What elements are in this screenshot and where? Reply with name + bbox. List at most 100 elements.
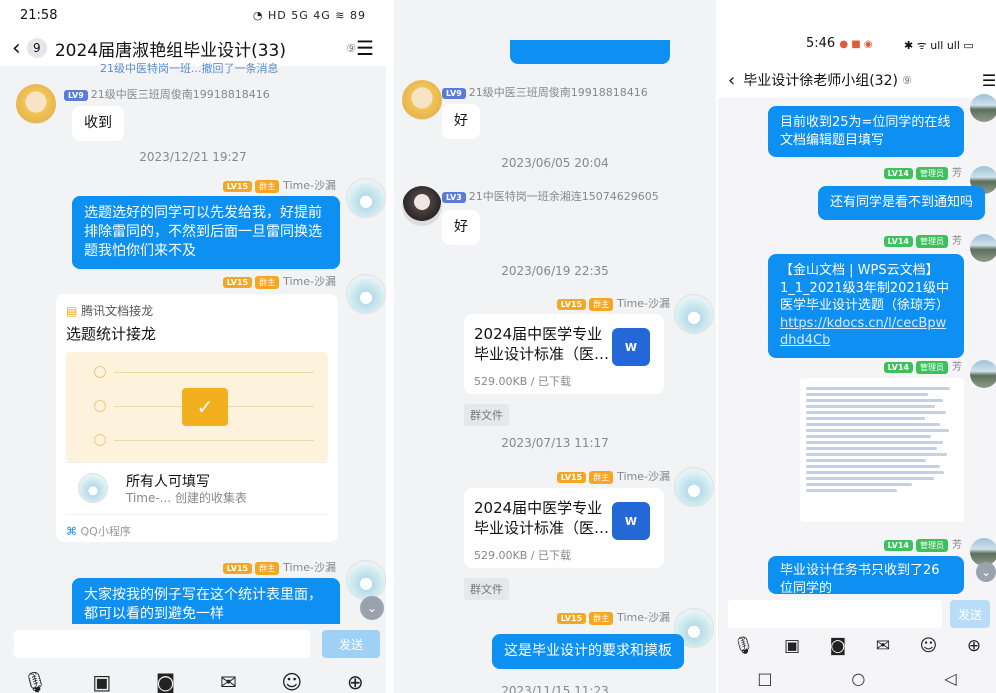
input-bar: 发送 bbox=[0, 624, 386, 664]
level-badge: LV14 bbox=[883, 539, 913, 551]
sender-name-text: Time-沙漏 bbox=[283, 561, 336, 574]
file-card[interactable]: 2024届中医学专业毕业设计标准（医… 529.00KB / 已下载 W bbox=[464, 488, 664, 568]
avatar[interactable] bbox=[16, 84, 56, 124]
circle-icon bbox=[94, 434, 106, 446]
level-badge: LV15 bbox=[556, 612, 587, 624]
file-name: 2024届中医学专业毕业设计标准（医… bbox=[474, 325, 610, 364]
divider bbox=[114, 440, 314, 441]
avatar[interactable] bbox=[674, 467, 714, 507]
group-file-tag[interactable]: 群文件 bbox=[464, 404, 509, 426]
chat-title: 2024届唐淑艳组毕业设计(33) bbox=[54, 40, 286, 61]
file-card[interactable]: 2024届中医学专业毕业设计标准（医… 529.00KB / 已下载 W bbox=[464, 314, 664, 394]
card-title: 选题统计接龙 bbox=[66, 325, 157, 343]
avatar[interactable] bbox=[674, 294, 714, 334]
avatar[interactable] bbox=[970, 234, 996, 262]
image-icon[interactable]: ▣ bbox=[784, 636, 800, 656]
chevron-down-icon[interactable]: ⌄ bbox=[360, 596, 384, 620]
message-input[interactable] bbox=[14, 630, 310, 658]
doc-line bbox=[806, 387, 951, 390]
chat-panel-3: 5:46 ● ■ ◉ ✱ ᯤ ull ull ▭ ‹ 毕业设计徐老师小组(32)… bbox=[718, 0, 996, 693]
red-packet-icon[interactable]: ✉ bbox=[220, 670, 237, 693]
role-badge: 管理员 bbox=[916, 361, 948, 374]
doc-line bbox=[806, 405, 936, 408]
plus-icon[interactable]: ⊕ bbox=[347, 670, 364, 693]
menu-icon[interactable]: ☰ bbox=[356, 36, 374, 60]
role-badge: 管理员 bbox=[916, 539, 948, 552]
doc-line bbox=[806, 429, 949, 432]
message-bubble[interactable]: 好 bbox=[442, 210, 480, 245]
avatar[interactable] bbox=[402, 186, 442, 226]
message-bubble[interactable]: 好 bbox=[442, 104, 480, 139]
camera-icon[interactable]: ◙ bbox=[156, 670, 175, 693]
sender-name-text: Time-沙漏 bbox=[283, 275, 336, 288]
plus-icon[interactable]: ⊕ bbox=[967, 636, 981, 656]
message-input[interactable] bbox=[728, 600, 942, 628]
avatar[interactable] bbox=[346, 560, 386, 600]
group-file-tag[interactable]: 群文件 bbox=[464, 578, 509, 600]
recent-apps-icon[interactable]: □ bbox=[757, 669, 772, 688]
send-button[interactable]: 发送 bbox=[950, 600, 990, 628]
back-icon[interactable]: ‹ bbox=[728, 70, 735, 91]
tag-icon: ⑨ bbox=[901, 73, 912, 87]
avatar[interactable] bbox=[402, 80, 442, 120]
message-link[interactable]: https://kdocs.cn/l/cecBpwdhd4Cb bbox=[780, 315, 952, 350]
input-bar: 发送 bbox=[718, 594, 996, 632]
tag-icon: ⑨ bbox=[346, 41, 357, 55]
word-file-icon: W bbox=[612, 502, 650, 540]
message-bubble-partial bbox=[510, 40, 670, 64]
file-size: 529.00KB / 已下载 bbox=[474, 374, 571, 388]
sender-name-text: 芳 bbox=[952, 540, 962, 551]
status-time-text: 5:46 bbox=[806, 36, 836, 51]
file-size: 529.00KB / 已下载 bbox=[474, 548, 571, 562]
message-bubble[interactable]: 毕业设计任务书只收到了26位同学的 bbox=[768, 556, 964, 594]
card-footer-text: QQ小程序 bbox=[80, 525, 131, 538]
timestamp: 2023/06/05 20:04 bbox=[501, 156, 609, 170]
red-packet-icon[interactable]: ✉ bbox=[876, 636, 890, 656]
level-badge: LV15 bbox=[222, 562, 253, 574]
doc-line bbox=[806, 393, 928, 396]
status-time: 21:58 bbox=[20, 7, 58, 23]
message-bubble[interactable]: 还有同学是看不到通知吗 bbox=[818, 186, 986, 220]
sender-name-text: 芳 bbox=[952, 362, 962, 373]
emoji-icon[interactable]: ☺ bbox=[281, 670, 302, 693]
doc-line bbox=[806, 399, 943, 402]
sender-name-text: 21级中医三班周俊南19918818416 bbox=[468, 86, 648, 99]
level-badge: LV15 bbox=[556, 471, 587, 483]
sender-name-text: Time-沙漏 bbox=[283, 179, 336, 192]
document-image[interactable] bbox=[800, 378, 964, 522]
message-bubble[interactable]: 选题选好的同学可以先发给我，好提前排除雷同的，不然到后面一旦雷同换选题我怕你们来… bbox=[72, 196, 340, 269]
sender-name: LV15 群主 Time-沙漏 bbox=[222, 273, 336, 289]
home-icon[interactable]: ○ bbox=[851, 669, 865, 688]
status-icons: ✱ ᯤ ull ull ▭ bbox=[904, 39, 974, 52]
avatar[interactable] bbox=[970, 360, 996, 388]
sender-name: LV9 21级中医三班周俊南19918818416 bbox=[442, 84, 648, 100]
microphone-icon[interactable]: 🎙 bbox=[733, 636, 755, 656]
back-icon[interactable]: ‹ bbox=[12, 36, 21, 61]
emoji-icon[interactable]: ☺ bbox=[920, 636, 938, 656]
message-bubble[interactable]: 收到 bbox=[72, 106, 124, 141]
message-bubble[interactable]: 目前收到25为=位同学的在线文档编辑题目填写 bbox=[768, 106, 964, 158]
card-source-text: 腾讯文档接龙 bbox=[81, 304, 154, 318]
doc-line bbox=[806, 483, 913, 486]
message-bubble[interactable]: 这是毕业设计的要求和摸板 bbox=[492, 634, 684, 669]
menu-icon[interactable]: ☰ bbox=[982, 71, 996, 90]
doc-line bbox=[806, 477, 934, 480]
camera-icon[interactable]: ◙ bbox=[830, 636, 847, 656]
mini-program-card[interactable]: ▤ 腾讯文档接龙 选题统计接龙 ✓ 所有人可填写 Time-... 创建的收集表… bbox=[56, 294, 338, 542]
doc-line bbox=[806, 411, 946, 414]
microphone-icon[interactable]: 🎙 bbox=[22, 670, 47, 693]
avatar[interactable] bbox=[346, 274, 386, 314]
back-nav-icon[interactable]: ◁ bbox=[944, 669, 956, 688]
avatar[interactable] bbox=[346, 178, 386, 218]
avatar[interactable] bbox=[970, 94, 996, 122]
send-button[interactable]: 发送 bbox=[322, 630, 380, 658]
sender-name-text: 芳 bbox=[952, 168, 962, 179]
image-icon[interactable]: ▣ bbox=[92, 670, 111, 693]
chevron-down-icon[interactable]: ⌄ bbox=[976, 562, 996, 582]
role-badge: 群主 bbox=[255, 180, 280, 193]
status-bar: 21:58 ◔ HD 5G 4G ≋ 89 bbox=[0, 0, 386, 30]
sender-name: LV14 管理员芳 bbox=[883, 232, 962, 248]
level-badge: LV14 bbox=[883, 361, 913, 373]
level-badge: LV14 bbox=[883, 167, 913, 179]
message-bubble[interactable]: 【金山文档 | WPS云文档】 1_1_2021级3年制2021级中医学毕业设计… bbox=[768, 254, 964, 358]
